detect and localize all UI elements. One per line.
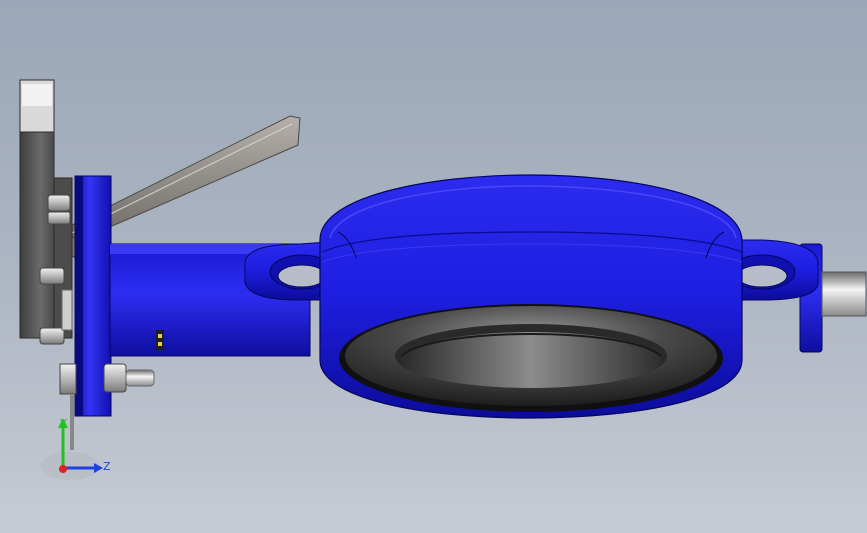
axis-triad: Y Z: [40, 417, 111, 480]
butterfly-valve-model: Y Z: [19, 79, 867, 480]
x-axis-dot: [59, 465, 67, 473]
z-axis-label: Z: [103, 460, 111, 473]
valve-liner: [339, 304, 723, 412]
body-marking: [156, 330, 164, 350]
cad-viewport[interactable]: Y Z: [0, 0, 867, 533]
y-axis-label: Y: [59, 417, 67, 430]
